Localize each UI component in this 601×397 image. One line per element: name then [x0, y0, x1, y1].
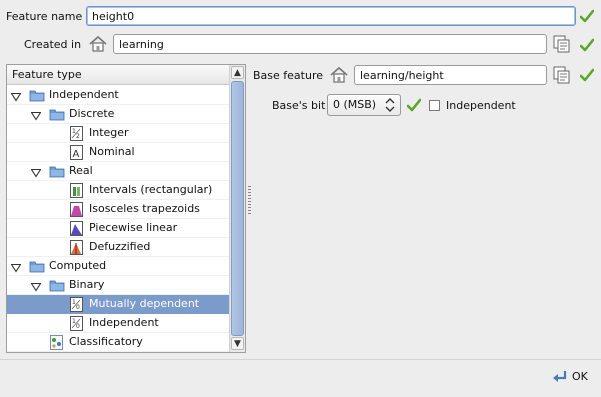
browse-list-icon[interactable]	[553, 66, 571, 84]
tree-row[interactable]: A Nominal	[7, 143, 229, 162]
scroll-down-arrow-icon[interactable]: ▼	[231, 337, 244, 350]
tree-row-label: Isosceles trapezoids	[89, 202, 200, 215]
piecewise-linear-icon	[69, 221, 85, 236]
checkmark-icon	[580, 38, 594, 52]
svg-text:0: 0	[76, 323, 80, 330]
ok-arrow-icon	[553, 371, 567, 382]
svg-text:A: A	[73, 149, 80, 160]
folder-icon	[49, 278, 65, 293]
expand-triangle-icon[interactable]	[10, 90, 22, 102]
base-feature-label: Base feature	[253, 69, 323, 82]
tree-rows: Independent Discrete 1 2 Integer A Nominal Real…	[7, 86, 229, 352]
binary-icon: 10	[69, 297, 85, 312]
expand-triangle-icon[interactable]	[10, 261, 22, 273]
tree-row-label: Classificatory	[69, 335, 143, 348]
scroll-up-arrow-icon[interactable]: ▲	[231, 66, 244, 79]
tree-row-label: Real	[69, 164, 93, 177]
tree-column-header[interactable]: Feature type	[7, 65, 229, 85]
integer-type-icon: 12	[69, 126, 85, 141]
expand-triangle-icon[interactable]	[30, 280, 42, 292]
defuzzified-icon	[69, 240, 85, 255]
tree-row[interactable]: Discrete	[7, 105, 229, 124]
tree-scrollbar[interactable]: ▲ ▼	[229, 65, 245, 352]
tree-row[interactable]: Binary	[7, 276, 229, 295]
svg-text:0: 0	[76, 304, 80, 311]
folder-icon	[29, 259, 45, 274]
home-icon[interactable]	[329, 65, 349, 85]
tree-row-label: Binary	[69, 278, 105, 291]
spin-arrows-icon[interactable]	[385, 98, 395, 112]
checkmark-icon	[580, 68, 594, 82]
expand-triangle-icon[interactable]	[30, 109, 42, 121]
browse-list-icon[interactable]	[553, 35, 571, 53]
trapezoid-icon	[69, 202, 85, 217]
tree-row-label: Independent	[89, 316, 159, 329]
tree-row-label: Piecewise linear	[89, 221, 178, 234]
feature-type-tree[interactable]: Feature type Independent Discrete 1 2 Intege…	[6, 64, 246, 353]
folder-icon	[29, 88, 45, 103]
ok-button-label: OK	[572, 370, 588, 383]
tree-row[interactable]: Classificatory	[7, 333, 229, 352]
tree-row-label: Nominal	[89, 145, 135, 158]
tree-row-label: Mutually dependent	[89, 297, 200, 310]
nominal-type-icon: A	[69, 145, 85, 160]
bottom-divider	[0, 359, 601, 360]
home-icon[interactable]	[88, 34, 108, 54]
intervals-icon	[69, 183, 85, 198]
tree-row[interactable]: Isosceles trapezoids	[7, 200, 229, 219]
tree-row-label: Integer	[89, 126, 129, 139]
binary-icon: 10	[69, 316, 85, 331]
tree-row-label: Intervals (rectangular)	[89, 183, 213, 196]
tree-row[interactable]: 1 0 Independent	[7, 314, 229, 333]
tree-row[interactable]: Defuzzified	[7, 238, 229, 257]
tree-row-label: Independent	[49, 88, 119, 101]
expand-triangle-icon[interactable]	[30, 166, 42, 178]
tree-row[interactable]: Intervals (rectangular)	[7, 181, 229, 200]
checkmark-icon	[580, 9, 594, 23]
created-in-input[interactable]	[113, 34, 547, 54]
independent-checkbox[interactable]	[429, 100, 440, 111]
folder-icon	[49, 164, 65, 179]
tree-row[interactable]: Independent	[7, 86, 229, 105]
tree-row[interactable]: Computed	[7, 257, 229, 276]
svg-text:2: 2	[76, 133, 80, 140]
tree-row[interactable]: 1 0 Mutually dependent	[7, 295, 229, 314]
tree-row-label: Discrete	[69, 107, 115, 120]
splitter-handle[interactable]	[248, 186, 251, 216]
tree-row-label: Computed	[49, 259, 107, 272]
bases-bit-spinbox[interactable]: 0 (MSB)	[327, 94, 401, 116]
ok-button[interactable]: OK	[548, 367, 594, 387]
bases-bit-value: 0 (MSB)	[333, 98, 377, 111]
checkmark-icon	[407, 98, 421, 112]
independent-checkbox-label[interactable]: Independent	[446, 99, 516, 112]
tree-row[interactable]: Real	[7, 162, 229, 181]
tree-row[interactable]: Piecewise linear	[7, 219, 229, 238]
bases-bit-label: Base's bit	[272, 99, 326, 112]
feature-name-label: Feature name	[6, 10, 83, 23]
scrollbar-thumb[interactable]	[231, 81, 244, 336]
classificatory-icon	[49, 335, 65, 350]
folder-icon	[49, 107, 65, 122]
base-feature-input[interactable]	[354, 65, 547, 85]
tree-row[interactable]: 1 2 Integer	[7, 124, 229, 143]
created-in-label: Created in	[24, 38, 82, 51]
feature-name-input[interactable]	[86, 6, 576, 26]
tree-row-label: Defuzzified	[89, 240, 151, 253]
